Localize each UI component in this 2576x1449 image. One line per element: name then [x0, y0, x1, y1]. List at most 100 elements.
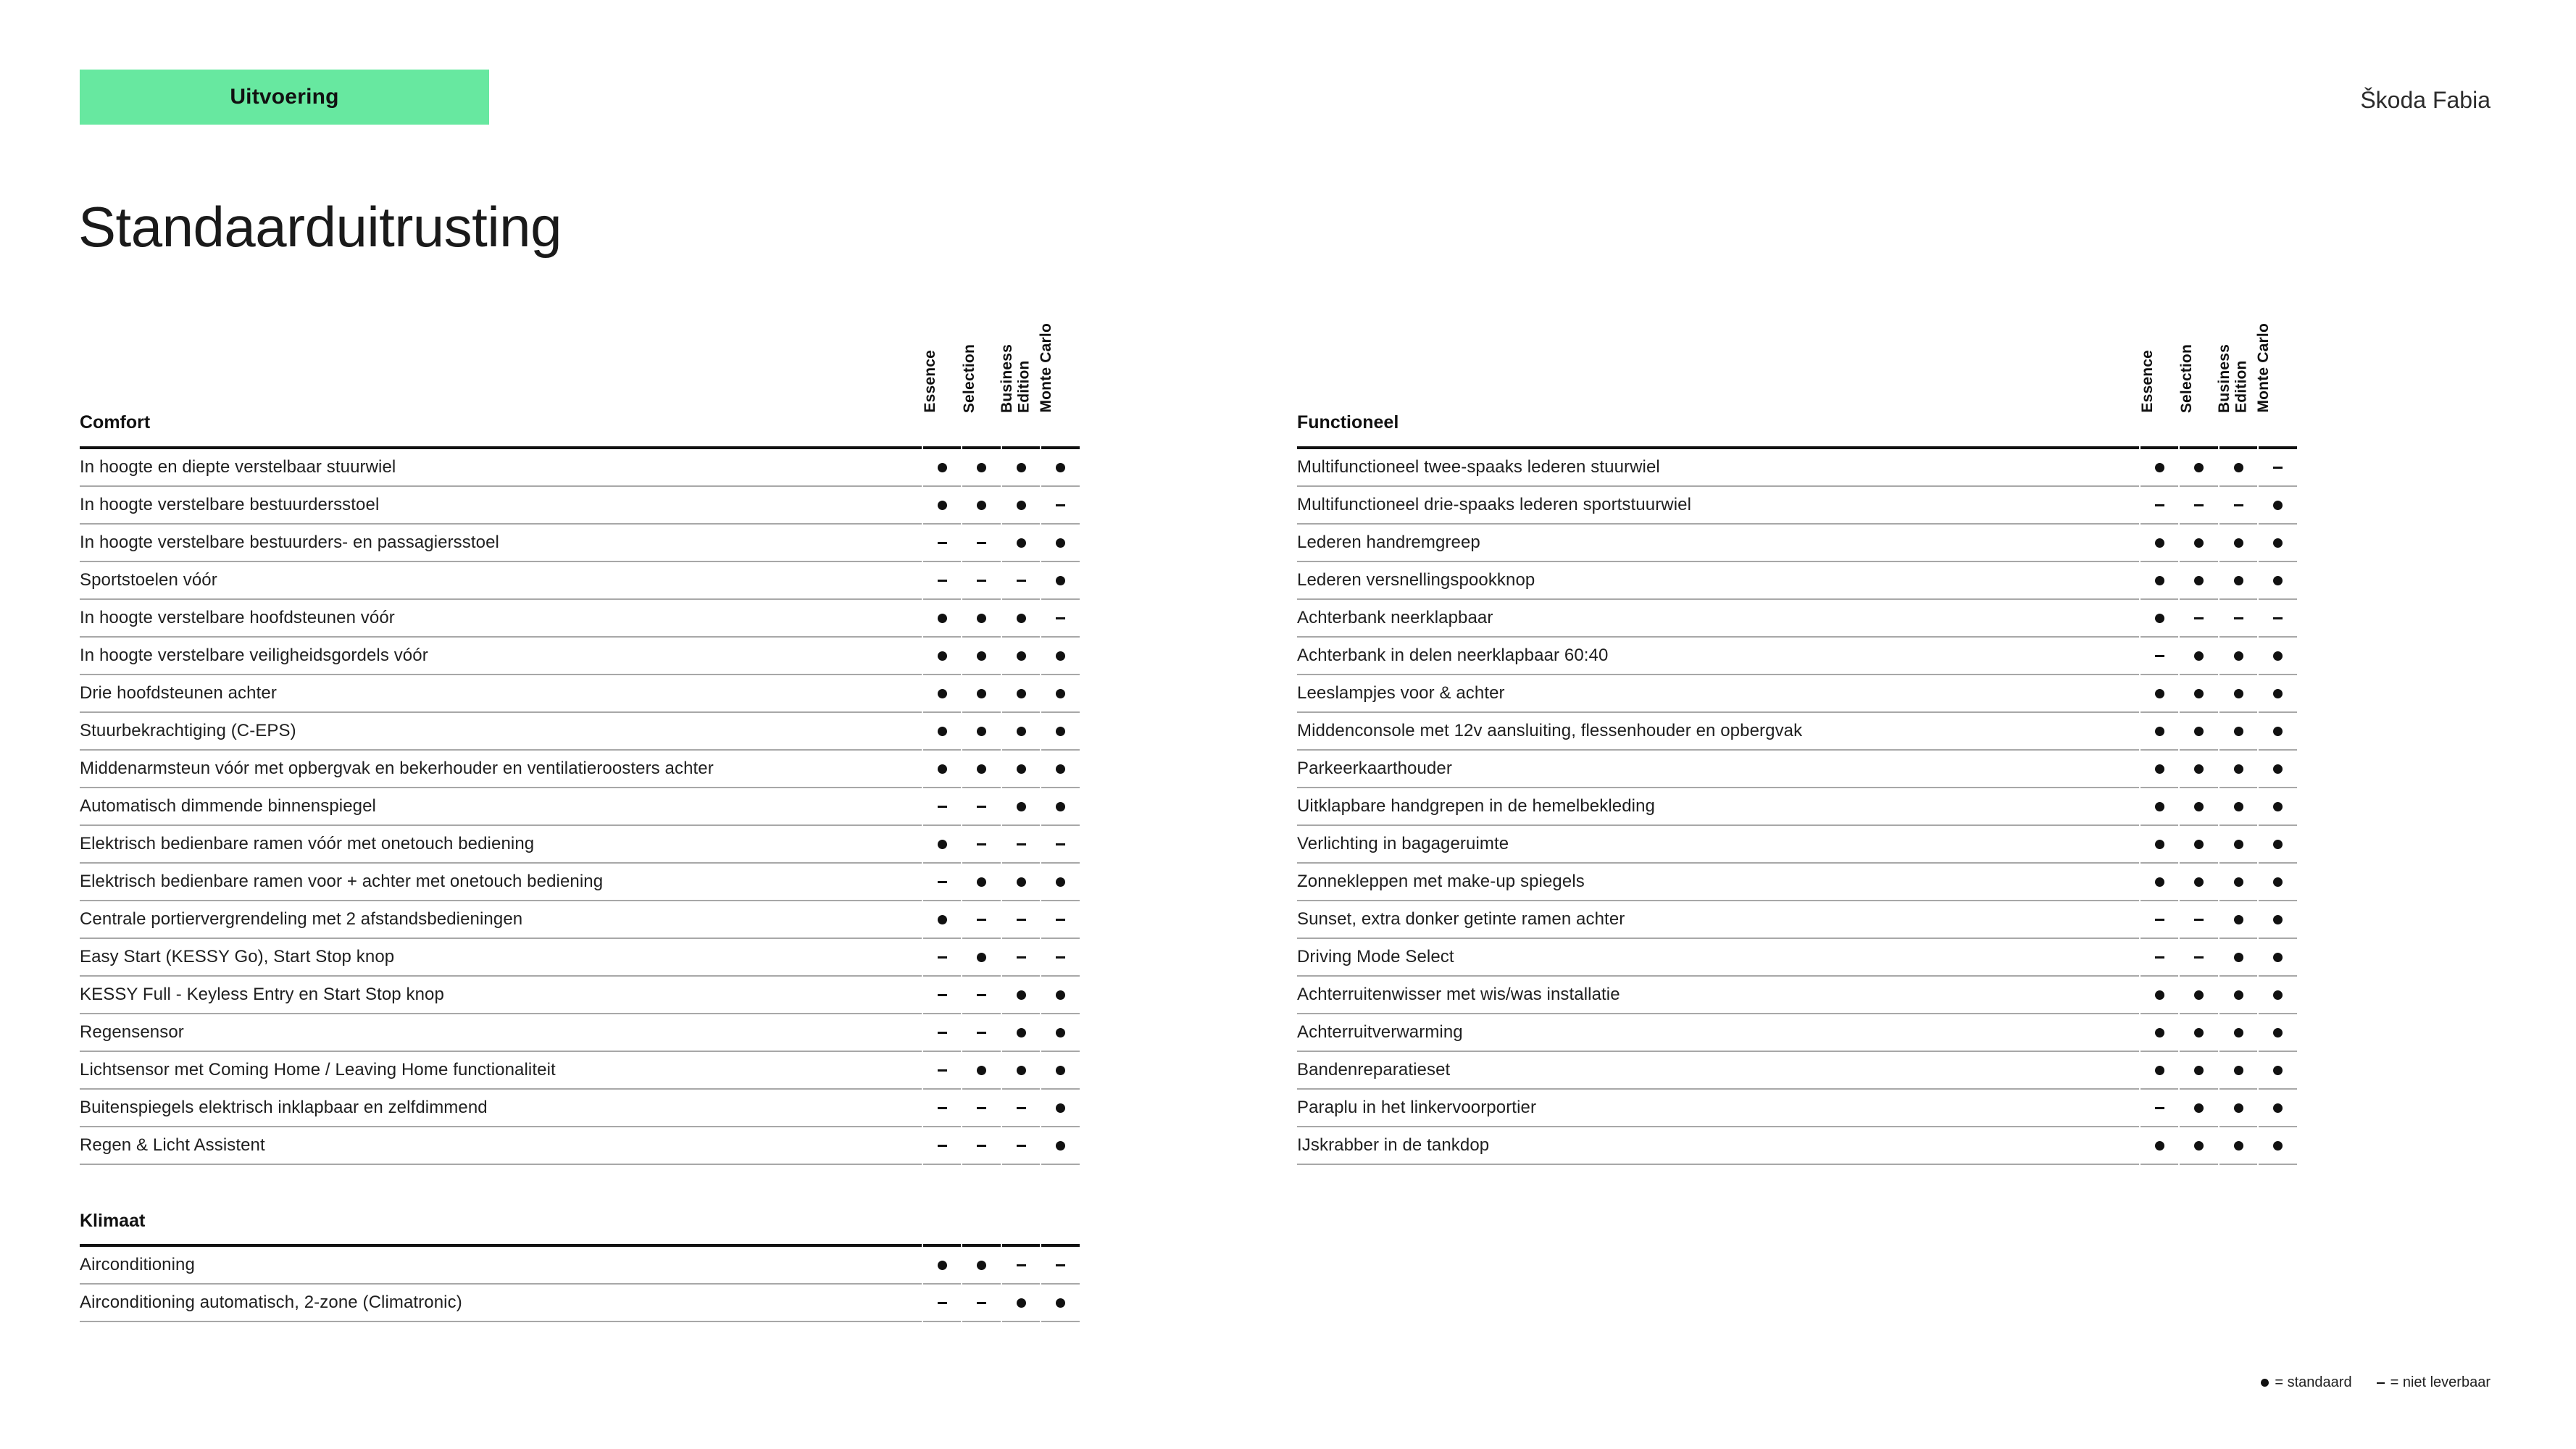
mark-standard [1041, 1284, 1080, 1322]
dot-icon [977, 1065, 987, 1075]
mark-standard [1001, 1284, 1041, 1322]
mark-unavailable [922, 1051, 962, 1090]
mark-unavailable [2140, 1088, 2179, 1127]
table-top-rule [1297, 441, 2297, 449]
dash-icon [937, 1106, 947, 1109]
dash-icon [937, 579, 947, 582]
dot-icon [977, 651, 987, 661]
dash-icon [1016, 579, 1026, 582]
mark-standard [962, 862, 1001, 901]
table-row: Verlichting in bagageruimte [1297, 824, 2297, 864]
feature-label: Lederen versnellingspookknop [1297, 561, 2139, 600]
mark-unavailable [1001, 900, 1041, 939]
mark-unavailable [922, 1088, 962, 1127]
mark-unavailable [962, 561, 1001, 600]
mark-unavailable [2219, 485, 2258, 525]
dash-icon [977, 993, 987, 996]
mark-standard [2259, 900, 2297, 939]
feature-label: Zonnekleppen met make-up spiegels [1297, 862, 2139, 901]
mark-standard [2180, 674, 2218, 713]
mark-standard [2259, 674, 2297, 713]
dot-icon [2273, 1140, 2283, 1151]
dot-icon [2194, 839, 2204, 849]
mark-standard [2219, 1088, 2258, 1127]
mark-standard [2259, 1126, 2297, 1165]
mark-unavailable [1001, 824, 1041, 864]
mark-standard [922, 636, 962, 675]
mark-standard [1001, 636, 1041, 675]
mark-standard [2259, 787, 2297, 826]
dash-icon [937, 1031, 947, 1034]
mark-unavailable [922, 1126, 962, 1165]
dot-icon [1016, 1027, 1026, 1037]
dash-icon [1056, 617, 1066, 619]
feature-label: Lederen handremgreep [1297, 523, 2139, 562]
table-row: Centrale portiervergrendeling met 2 afst… [80, 900, 1080, 939]
dot-icon [2194, 764, 2204, 774]
dash-icon [977, 1106, 987, 1109]
mark-standard [2259, 749, 2297, 788]
dot-icon [1056, 538, 1066, 548]
dot-icon [977, 877, 987, 887]
mark-unavailable [1041, 485, 1080, 525]
dot-icon [2194, 801, 2204, 811]
dot-icon [2154, 764, 2164, 774]
mark-standard [2219, 824, 2258, 864]
mark-standard [2219, 674, 2258, 713]
dot-icon [937, 651, 947, 661]
dot-icon [2273, 575, 2283, 585]
dot-icon [977, 688, 987, 698]
dot-icon [2233, 1140, 2243, 1151]
feature-label: In hoogte verstelbare veiligheidsgordels… [80, 636, 922, 675]
dot-icon [1056, 1140, 1066, 1151]
mark-standard [2140, 1051, 2179, 1090]
feature-label: Regen & Licht Assistent [80, 1126, 922, 1165]
feature-label: Stuurbekrachtiging (C-EPS) [80, 711, 922, 751]
mark-standard [922, 749, 962, 788]
feature-label: Middenarmsteun vóór met opbergvak en bek… [80, 749, 922, 788]
dot-icon [2154, 538, 2164, 548]
dash-icon [2194, 918, 2204, 921]
feature-label: Parkeerkaarthouder [1297, 749, 2139, 788]
mark-unavailable [1001, 1088, 1041, 1127]
dot-icon [2233, 651, 2243, 661]
mark-standard [1001, 862, 1041, 901]
mark-standard [962, 485, 1001, 525]
feature-label: Centrale portiervergrendeling met 2 afst… [80, 900, 922, 939]
rule-cell [1297, 441, 2139, 449]
uitvoering-badge: Uitvoering [80, 70, 489, 125]
dot-icon [1056, 726, 1066, 736]
mark-unavailable [922, 1284, 962, 1322]
variant-header-row: Essence Selection Business Edition Monte Ca… [80, 275, 1080, 413]
table-row: In hoogte verstelbare bestuurdersstoel [80, 485, 1080, 525]
dash-icon [2154, 1106, 2164, 1109]
mark-standard [2219, 1126, 2258, 1165]
mark-standard [2219, 561, 2258, 600]
mark-standard [1001, 1013, 1041, 1052]
dash-icon [2233, 617, 2243, 619]
mark-standard [962, 674, 1001, 713]
variant-header-3: Business Edition [2216, 344, 2250, 413]
table-row: Drie hoofdsteunen achter [80, 674, 1080, 713]
mark-unavailable [2259, 447, 2297, 487]
feature-label: Paraplu in het linkervoorportier [1297, 1088, 2139, 1127]
dot-icon [2273, 500, 2283, 510]
dot-icon [1056, 1027, 1066, 1037]
feature-label: Verlichting in bagageruimte [1297, 824, 2139, 864]
feature-label: Elektrisch bedienbare ramen vóór met one… [80, 824, 922, 864]
mark-standard [2140, 1013, 2179, 1052]
dot-icon [2273, 726, 2283, 736]
mark-unavailable [922, 862, 962, 901]
left-column: Essence Selection Business Edition Monte Ca… [80, 275, 1080, 1322]
dot-icon [2233, 801, 2243, 811]
table-row: Uitklapbare handgrepen in de hemelbekled… [1297, 787, 2297, 826]
mark-standard [2140, 862, 2179, 901]
dot-icon [1056, 575, 1066, 585]
mark-unavailable [1041, 598, 1080, 638]
mark-standard [2259, 1051, 2297, 1090]
dot-icon [2194, 575, 2204, 585]
mark-standard [2219, 523, 2258, 562]
mark-standard [2180, 975, 2218, 1014]
section-klimaat: Klimaat Airconditioning Airconditioning au… [80, 1211, 1080, 1322]
mark-standard [1001, 975, 1041, 1014]
